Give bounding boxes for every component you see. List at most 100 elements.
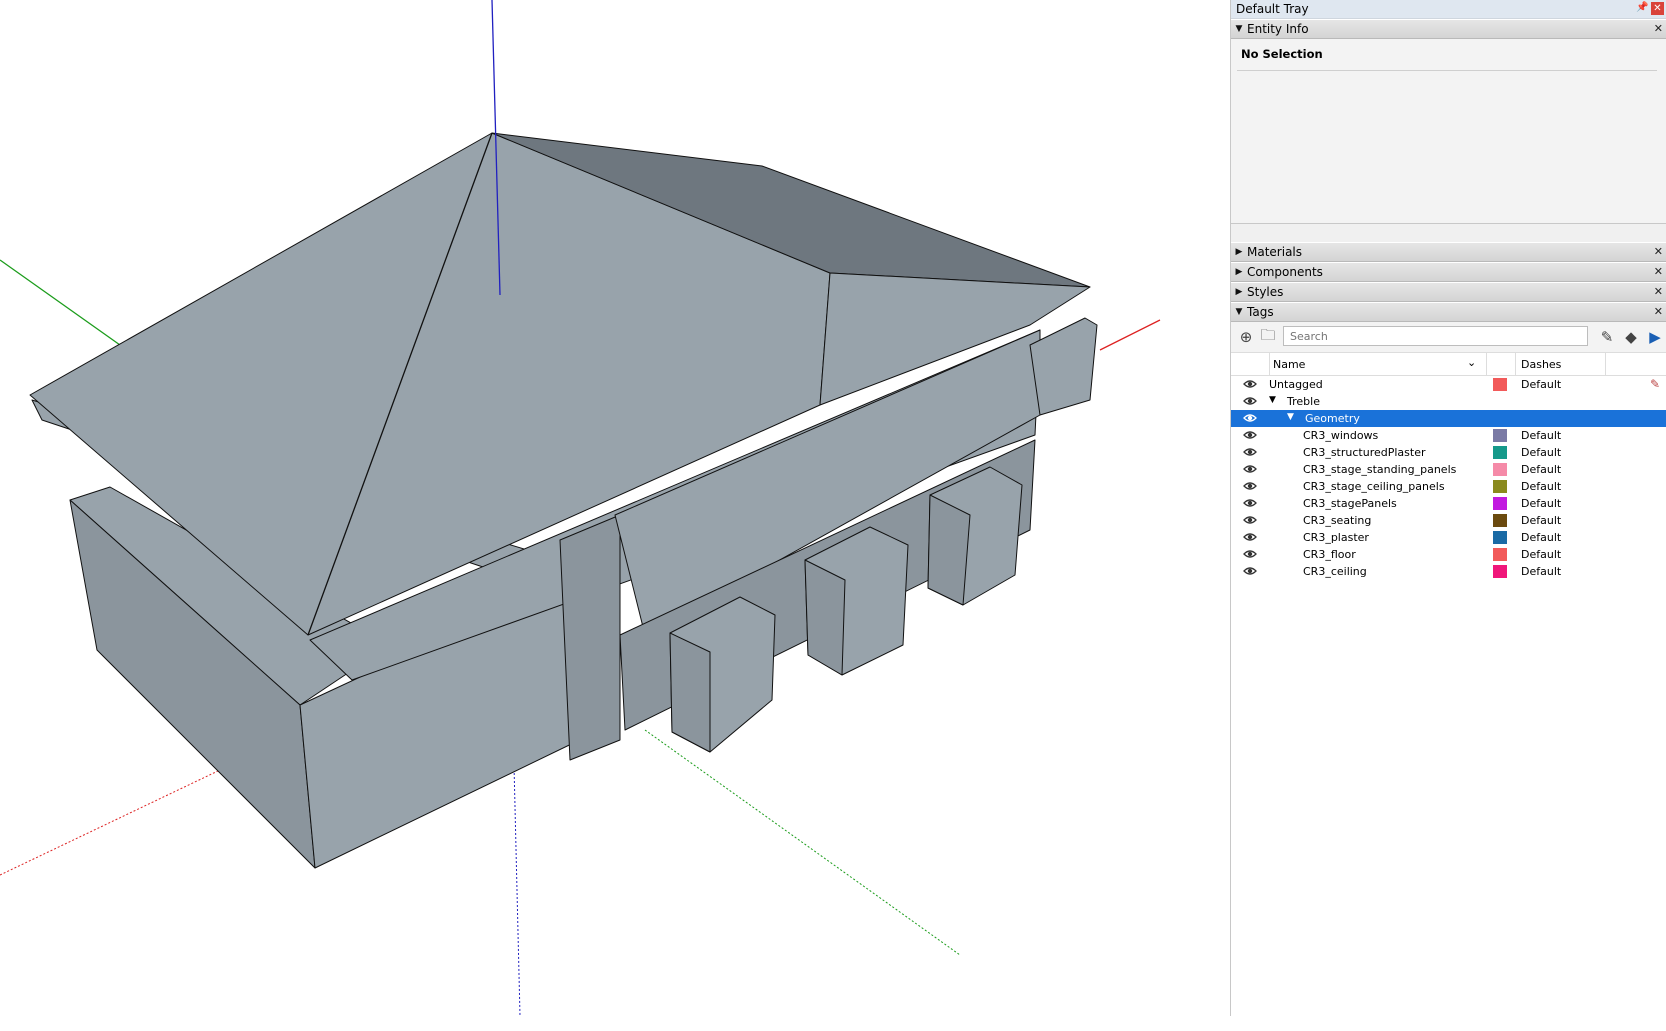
panel-label: Materials bbox=[1247, 245, 1303, 259]
tags-toolbar: ⊕ 🗀 ✎ ◆ ▶ bbox=[1231, 322, 1666, 352]
tag-dashes[interactable]: Default bbox=[1521, 514, 1561, 527]
panel-label: Entity Info bbox=[1247, 22, 1309, 36]
paint-tags-icon[interactable]: ✎ bbox=[1598, 328, 1616, 346]
visibility-eye-icon[interactable] bbox=[1243, 498, 1257, 508]
tag-row[interactable]: ▼ Geometry bbox=[1231, 410, 1666, 427]
tag-row[interactable]: Untagged Default ✎ bbox=[1231, 376, 1666, 393]
close-panel-icon[interactable]: ✕ bbox=[1654, 246, 1663, 257]
tag-row[interactable]: CR3_stagePanels Default bbox=[1231, 495, 1666, 512]
tag-row[interactable]: CR3_floor Default bbox=[1231, 546, 1666, 563]
model-scene[interactable] bbox=[0, 0, 1230, 1016]
entity-info-message: No Selection bbox=[1241, 47, 1323, 61]
search-input[interactable] bbox=[1288, 328, 1587, 344]
visibility-eye-icon[interactable] bbox=[1243, 532, 1257, 542]
tag-color-swatch[interactable] bbox=[1493, 514, 1507, 527]
tag-row[interactable]: CR3_stage_ceiling_panels Default bbox=[1231, 478, 1666, 495]
divider bbox=[1237, 70, 1657, 71]
tag-color-swatch[interactable] bbox=[1493, 429, 1507, 442]
tag-dashes[interactable]: Default bbox=[1521, 429, 1561, 442]
tag-row[interactable]: CR3_windows Default bbox=[1231, 427, 1666, 444]
tag-color-swatch[interactable] bbox=[1493, 463, 1507, 476]
tag-color-swatch[interactable] bbox=[1493, 531, 1507, 544]
visibility-eye-icon[interactable] bbox=[1243, 464, 1257, 474]
tag-color-swatch[interactable] bbox=[1493, 480, 1507, 493]
panel-label: Tags bbox=[1247, 305, 1274, 319]
tag-name: CR3_seating bbox=[1303, 514, 1372, 527]
tag-dashes[interactable]: Default bbox=[1521, 378, 1561, 391]
red-axis bbox=[1099, 319, 1161, 351]
visibility-eye-icon[interactable] bbox=[1243, 413, 1257, 423]
panel-header-tags[interactable]: ▼ Tags ✕ bbox=[1231, 302, 1666, 322]
panel-header-styles[interactable]: ▶ Styles ✕ bbox=[1231, 282, 1666, 302]
tag-row[interactable]: CR3_plaster Default bbox=[1231, 529, 1666, 546]
tag-dashes[interactable]: Default bbox=[1521, 531, 1561, 544]
tag-dashes[interactable]: Default bbox=[1521, 565, 1561, 578]
tag-row[interactable]: CR3_structuredPlaster Default bbox=[1231, 444, 1666, 461]
tag-color-swatch[interactable] bbox=[1493, 378, 1507, 391]
close-panel-icon[interactable]: ✕ bbox=[1654, 266, 1663, 277]
visibility-eye-icon[interactable] bbox=[1243, 379, 1257, 389]
close-icon[interactable]: ✕ bbox=[1651, 2, 1664, 15]
visibility-eye-icon[interactable] bbox=[1243, 481, 1257, 491]
chevron-down-icon[interactable]: ⌄ bbox=[1467, 356, 1476, 369]
column-dashes[interactable]: Dashes bbox=[1521, 358, 1561, 371]
tag-row[interactable]: CR3_seating Default bbox=[1231, 512, 1666, 529]
panel-label: Styles bbox=[1247, 285, 1284, 299]
visibility-eye-icon[interactable] bbox=[1243, 566, 1257, 576]
details-arrow-icon[interactable]: ▶ bbox=[1646, 328, 1664, 346]
column-name[interactable]: Name bbox=[1273, 358, 1305, 371]
tag-color-swatch[interactable] bbox=[1493, 446, 1507, 459]
tags-column-header: Name ⌄ Dashes bbox=[1231, 352, 1666, 376]
panel-header-materials[interactable]: ▶ Materials ✕ bbox=[1231, 242, 1666, 262]
box-2-side bbox=[804, 559, 846, 676]
tag-dashes[interactable]: Default bbox=[1521, 463, 1561, 476]
tag-name: Geometry bbox=[1305, 412, 1360, 425]
pencil-icon[interactable]: ✎ bbox=[1650, 377, 1660, 391]
close-panel-icon[interactable]: ✕ bbox=[1654, 306, 1663, 317]
tag-name: CR3_windows bbox=[1303, 429, 1379, 442]
expanded-triangle-icon: ▼ bbox=[1235, 24, 1243, 34]
panel-header-components[interactable]: ▶ Components ✕ bbox=[1231, 262, 1666, 282]
tag-name: CR3_plaster bbox=[1303, 531, 1369, 544]
tag-name: Untagged bbox=[1269, 378, 1323, 391]
add-tag-icon[interactable]: ⊕ bbox=[1237, 328, 1255, 346]
tag-color-swatch[interactable] bbox=[1493, 497, 1507, 510]
tag-row[interactable]: ▼ Treble bbox=[1231, 393, 1666, 410]
visibility-eye-icon[interactable] bbox=[1243, 430, 1257, 440]
tower-left bbox=[559, 514, 621, 761]
visibility-eye-icon[interactable] bbox=[1243, 549, 1257, 559]
tag-color-swatch[interactable] bbox=[1493, 565, 1507, 578]
tag-color-swatch[interactable] bbox=[1493, 548, 1507, 561]
green-axis bbox=[0, 259, 121, 346]
tag-dashes[interactable]: Default bbox=[1521, 446, 1561, 459]
visibility-eye-icon[interactable] bbox=[1243, 515, 1257, 525]
box-1-side bbox=[669, 632, 711, 753]
tray-title-bar: Default Tray 📌 ✕ bbox=[1231, 0, 1666, 19]
panel-label: Components bbox=[1247, 265, 1323, 279]
green-axis-dotted bbox=[644, 729, 961, 956]
red-axis-dotted bbox=[0, 769, 221, 876]
pin-icon[interactable]: 📌 bbox=[1636, 2, 1648, 14]
add-folder-icon[interactable]: 🗀 bbox=[1259, 326, 1277, 346]
tag-row[interactable]: CR3_ceiling Default bbox=[1231, 563, 1666, 580]
visibility-eye-icon[interactable] bbox=[1243, 396, 1257, 406]
tag-list: Untagged Default ✎ ▼ Treble ▼ Geometry CR3_wind… bbox=[1231, 376, 1666, 1031]
close-panel-icon[interactable]: ✕ bbox=[1654, 23, 1663, 34]
visibility-eye-icon[interactable] bbox=[1243, 447, 1257, 457]
color-by-tag-icon[interactable]: ◆ bbox=[1622, 328, 1640, 346]
tag-dashes[interactable]: Default bbox=[1521, 497, 1561, 510]
tag-name: Treble bbox=[1287, 395, 1320, 408]
search-field[interactable] bbox=[1283, 326, 1588, 346]
close-panel-icon[interactable]: ✕ bbox=[1654, 286, 1663, 297]
expand-triangle-icon[interactable]: ▼ bbox=[1287, 412, 1294, 422]
panel-header-entity-info[interactable]: ▼ Entity Info ✕ bbox=[1231, 19, 1666, 39]
tag-name: CR3_stagePanels bbox=[1303, 497, 1397, 510]
3d-viewport[interactable] bbox=[0, 0, 1230, 1016]
tag-row[interactable]: CR3_stage_standing_panels Default bbox=[1231, 461, 1666, 478]
tag-name: CR3_stage_ceiling_panels bbox=[1303, 480, 1445, 493]
tag-dashes[interactable]: Default bbox=[1521, 548, 1561, 561]
default-tray: Default Tray 📌 ✕ ▼ Entity Info ✕ No Sele… bbox=[1230, 0, 1666, 1031]
expand-triangle-icon[interactable]: ▼ bbox=[1269, 395, 1276, 405]
tag-name: CR3_floor bbox=[1303, 548, 1356, 561]
tag-dashes[interactable]: Default bbox=[1521, 480, 1561, 493]
